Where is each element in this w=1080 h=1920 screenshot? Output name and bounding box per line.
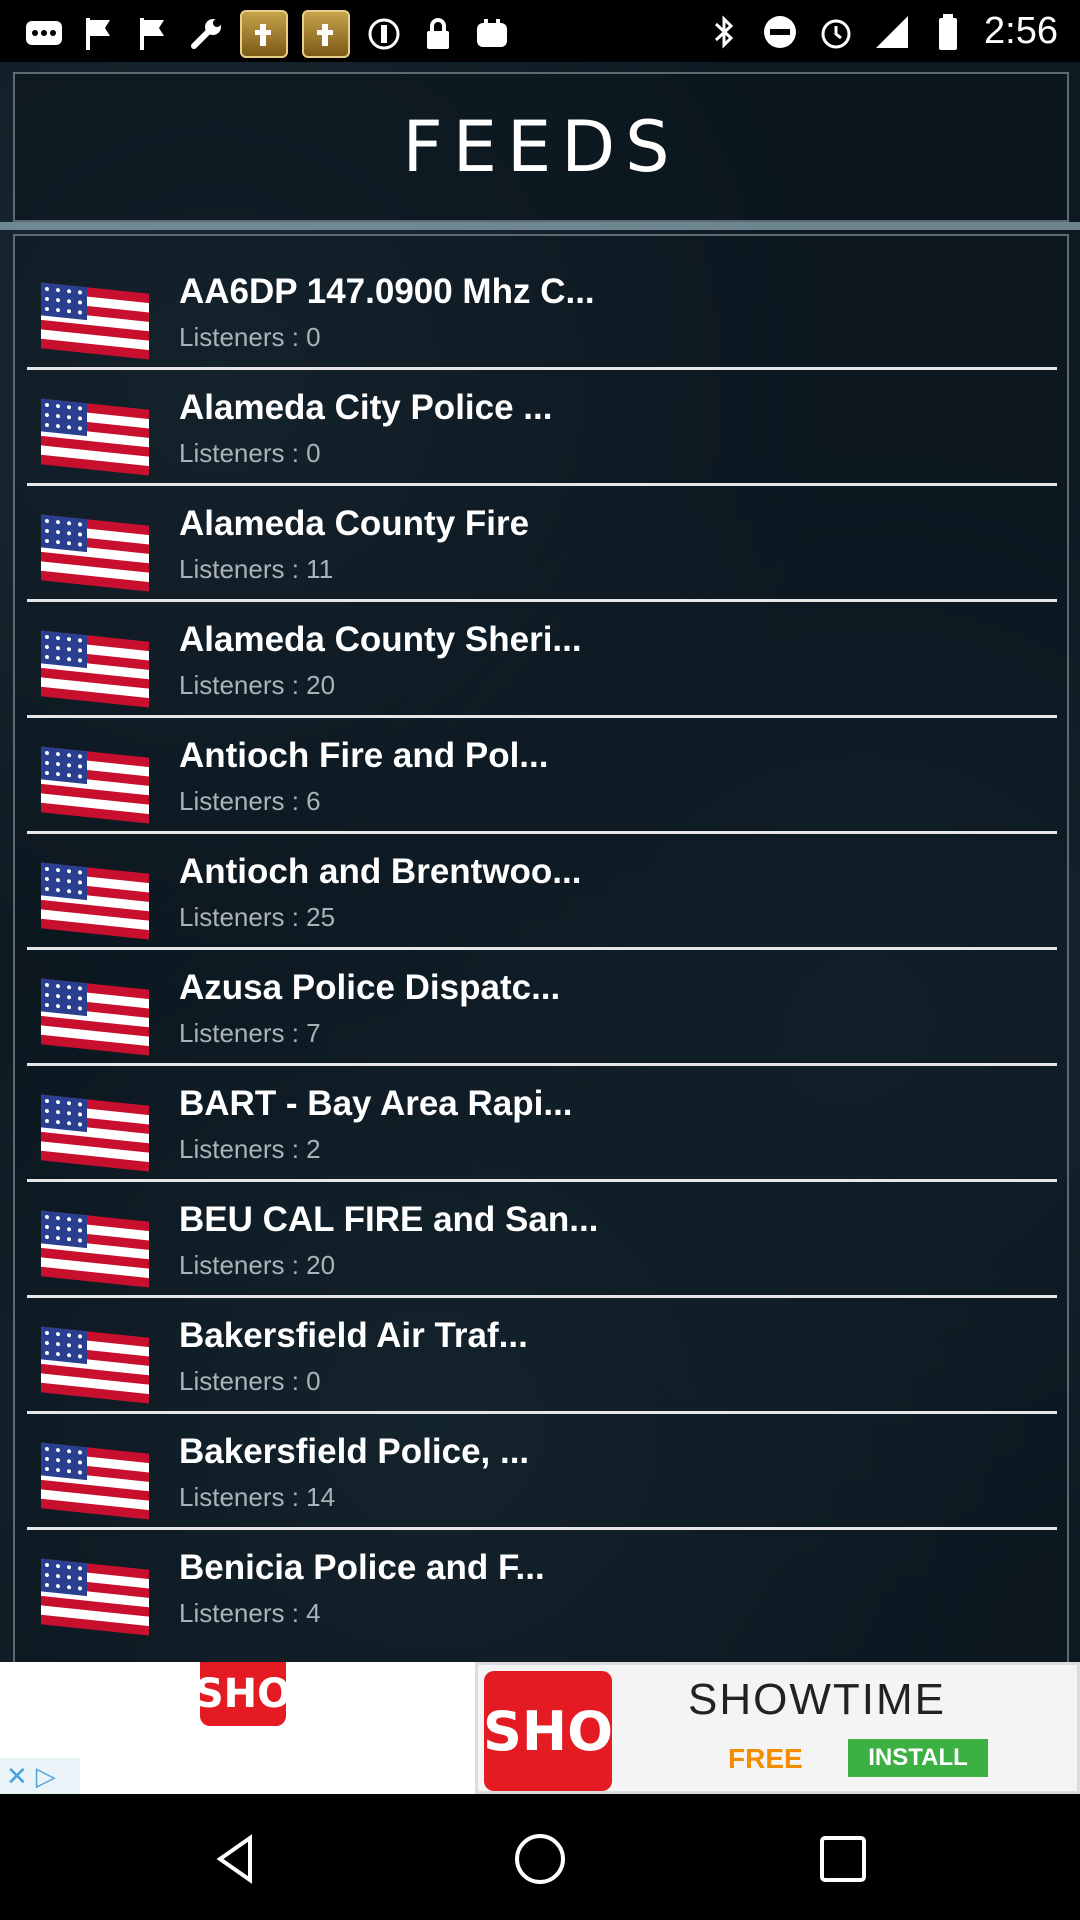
bluetooth-icon xyxy=(704,12,744,52)
topics-app-icon xyxy=(240,10,288,58)
feed-listeners: Listeners : 25 xyxy=(179,902,336,932)
feed-title: Bakersfield Police, ... xyxy=(179,1432,530,1471)
topics-app-icon xyxy=(302,10,350,58)
message-icon xyxy=(24,14,64,54)
showtime-logo-small[interactable]: SHO xyxy=(195,1662,291,1726)
lock-icon xyxy=(418,14,458,54)
navigation-bar xyxy=(0,1794,1080,1920)
feed-listeners: Listeners : 14 xyxy=(179,1482,336,1512)
feed-listeners: Listeners : 2 xyxy=(179,1134,321,1164)
feed-listeners: Listeners : 4 xyxy=(179,1598,321,1628)
us-flag-icon xyxy=(41,1210,149,1288)
us-flag-icon xyxy=(41,862,149,940)
notification-icons xyxy=(24,10,512,58)
feed-title: Alameda County Fire xyxy=(179,504,530,543)
feed-item[interactable]: Benicia Police and F... Listeners : 4 xyxy=(27,1530,1057,1643)
us-flag-icon xyxy=(41,978,149,1056)
feed-item[interactable]: AA6DP 147.0900 Mhz C... Listeners : 0 xyxy=(27,254,1057,370)
flag-icon xyxy=(132,14,172,54)
feed-title: Antioch Fire and Pol... xyxy=(179,736,549,775)
install-button[interactable]: INSTALL xyxy=(848,1739,988,1777)
feed-title: BEU CAL FIRE and San... xyxy=(179,1200,599,1239)
recents-icon[interactable] xyxy=(816,1832,870,1886)
feed-title: Alameda County Sheri... xyxy=(179,620,582,659)
feed-listeners: Listeners : 6 xyxy=(179,786,321,816)
us-flag-icon xyxy=(41,282,149,360)
feed-list: AA6DP 147.0900 Mhz C... Listeners : 0 Ala… xyxy=(27,254,1057,1643)
showtime-logo: SHO xyxy=(483,1671,613,1791)
feed-listeners: Listeners : 7 xyxy=(179,1018,321,1048)
feed-listeners: Listeners : 11 xyxy=(179,554,334,584)
feed-item[interactable]: Alameda County Sheri... Listeners : 20 xyxy=(27,602,1057,718)
ad-price-label: FREE xyxy=(728,1743,803,1774)
us-flag-icon xyxy=(41,514,149,592)
feed-title: Benicia Police and F... xyxy=(179,1548,545,1587)
us-flag-icon xyxy=(41,1442,149,1520)
feed-listeners: Listeners : 0 xyxy=(179,438,321,468)
feed-item[interactable]: Azusa Police Dispatc... Listeners : 7 xyxy=(27,950,1057,1066)
feed-item[interactable]: Bakersfield Police, ... Listeners : 14 xyxy=(27,1414,1057,1530)
ad-close-button[interactable]: ✕ ▷ xyxy=(0,1758,80,1794)
us-flag-icon xyxy=(41,1558,149,1636)
us-flag-icon xyxy=(41,630,149,708)
battery-icon xyxy=(928,12,968,52)
us-flag-icon xyxy=(41,398,149,476)
feed-item[interactable]: Antioch Fire and Pol... Listeners : 6 xyxy=(27,718,1057,834)
feed-item[interactable]: Alameda County Fire Listeners : 11 xyxy=(27,486,1057,602)
feed-title: BART - Bay Area Rapi... xyxy=(179,1084,573,1123)
signal-icon xyxy=(872,12,912,52)
wrench-icon xyxy=(186,14,226,54)
page-title: FEEDS xyxy=(402,106,680,188)
ad-banner[interactable]: SHO ✕ ▷ SHO SHOWTIME FREE INSTALL xyxy=(0,1662,1080,1794)
header-divider xyxy=(0,222,1080,230)
sync-icon xyxy=(364,14,404,54)
us-flag-icon xyxy=(41,1094,149,1172)
status-bar: 2:56 xyxy=(0,0,1080,62)
clock: 2:56 xyxy=(984,10,1058,52)
close-icon[interactable]: ✕ xyxy=(6,1761,28,1792)
feed-listeners: Listeners : 0 xyxy=(179,1366,321,1396)
header: FEEDS xyxy=(13,72,1069,222)
feed-item[interactable]: Bakersfield Air Traf... Listeners : 0 xyxy=(27,1298,1057,1414)
feed-listeners: Listeners : 20 xyxy=(179,670,336,700)
feed-title: AA6DP 147.0900 Mhz C... xyxy=(179,272,595,311)
app-screen: FEEDS AA6DP 147.0900 Mhz C... Listeners :… xyxy=(0,62,1080,1662)
feed-listeners: Listeners : 0 xyxy=(179,322,321,352)
us-flag-icon xyxy=(41,746,149,824)
feed-item[interactable]: Antioch and Brentwoo... Listeners : 25 xyxy=(27,834,1057,950)
feed-item[interactable]: BART - Bay Area Rapi... Listeners : 2 xyxy=(27,1066,1057,1182)
feed-title: Alameda City Police ... xyxy=(179,388,553,427)
home-icon[interactable] xyxy=(513,1832,567,1886)
feed-title: Bakersfield Air Traf... xyxy=(179,1316,528,1355)
battery-saver-icon xyxy=(472,14,512,54)
us-flag-icon xyxy=(41,1326,149,1404)
back-icon[interactable] xyxy=(210,1832,264,1886)
alarm-icon xyxy=(816,12,856,52)
ad-choices-icon[interactable]: ▷ xyxy=(36,1761,56,1792)
flag-icon xyxy=(78,14,118,54)
do-not-disturb-icon xyxy=(760,12,800,52)
feed-item[interactable]: Alameda City Police ... Listeners : 0 xyxy=(27,370,1057,486)
feed-title: Antioch and Brentwoo... xyxy=(179,852,582,891)
ad-brand-name: SHOWTIME xyxy=(688,1675,946,1724)
feed-item[interactable]: BEU CAL FIRE and San... Listeners : 20 xyxy=(27,1182,1057,1298)
feed-list-container: AA6DP 147.0900 Mhz C... Listeners : 0 Ala… xyxy=(13,234,1069,1662)
feed-listeners: Listeners : 20 xyxy=(179,1250,336,1280)
feed-title: Azusa Police Dispatc... xyxy=(179,968,561,1007)
system-icons: 2:56 xyxy=(704,10,1058,53)
ad-content[interactable]: SHO SHOWTIME FREE INSTALL xyxy=(475,1662,1080,1794)
